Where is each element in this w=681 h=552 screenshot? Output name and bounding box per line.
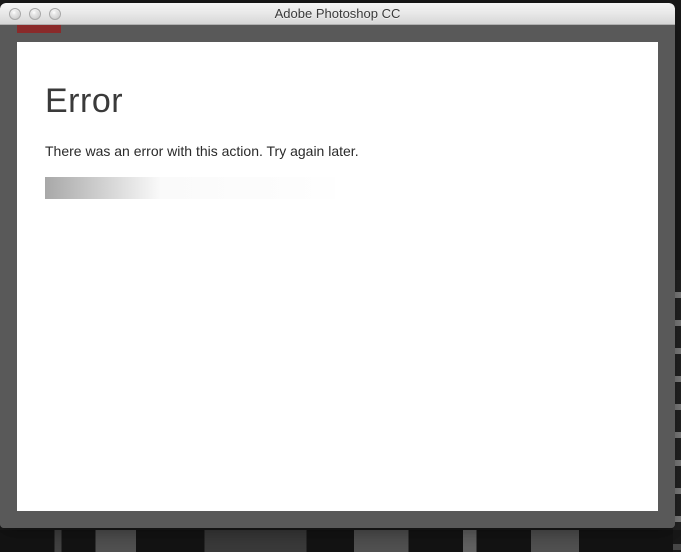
dialog-content: Error There was an error with this actio… [17,42,658,511]
app-window: Adobe Photoshop CC Error There was an er… [0,3,675,528]
accent-strip [17,25,61,33]
progress-placeholder [45,177,335,199]
close-window-button[interactable] [9,8,21,20]
window-controls [0,8,61,20]
minimize-window-button[interactable] [29,8,41,20]
background-texture-bottom [0,530,681,552]
error-heading: Error [45,82,630,121]
window-frame: Error There was an error with this actio… [0,25,675,528]
zoom-window-button[interactable] [49,8,61,20]
window-title: Adobe Photoshop CC [275,6,401,21]
error-message: There was an error with this action. Try… [45,143,630,159]
window-titlebar[interactable]: Adobe Photoshop CC [0,3,675,25]
